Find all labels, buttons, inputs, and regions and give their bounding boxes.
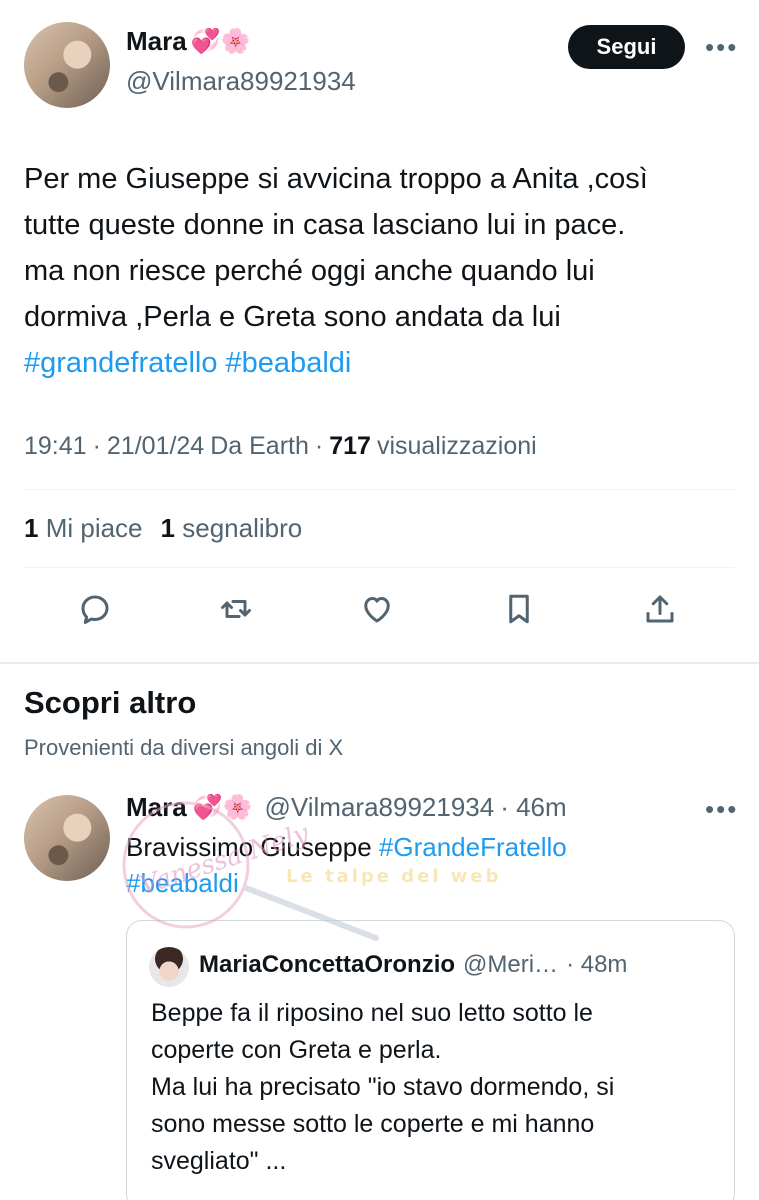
related-author-emojis: 💞🌸 (192, 794, 253, 821)
quoted-author-handle[interactable]: @Meri… (463, 951, 558, 979)
related-more-icon[interactable]: ••• (705, 794, 738, 825)
views-label: visualizzazioni (376, 432, 537, 460)
divider (24, 489, 735, 490)
tweet-source: Da Earth (210, 432, 309, 460)
more-options-icon[interactable]: ••• (705, 32, 738, 63)
tweet-text-line: tutte queste donne in casa lasciano lui … (24, 209, 626, 241)
divider (24, 567, 735, 568)
quoted-author-name[interactable]: MariaConcettaOronzio (199, 951, 455, 979)
author-name[interactable]: Mara (126, 26, 187, 57)
share-icon[interactable] (638, 587, 682, 631)
tweet-meta: 19:41 · 21/01/24 Da Earth · 717 visualiz… (24, 432, 537, 461)
follow-button[interactable]: Segui (568, 25, 685, 69)
related-author-handle[interactable]: @Vilmara89921934 (264, 792, 494, 823)
author-emojis: 💞🌸 (190, 28, 251, 55)
bookmarks-stat[interactable]: 1 segnalibro (161, 513, 303, 544)
tweet-date[interactable]: 21/01/24 (107, 432, 204, 461)
like-icon[interactable] (355, 587, 399, 631)
discover-title: Scopri altro (24, 685, 197, 720)
quoted-tweet-text: Beppe fa il riposino nel suo letto sotto… (151, 999, 615, 1175)
quoted-author-avatar[interactable] (149, 947, 189, 987)
related-header: Mara 💞🌸 @Vilmara89921934 · 46m (126, 792, 567, 823)
tweet-text-line: Per me Giuseppe si avvicina troppo a Ani… (24, 163, 648, 195)
bookmark-icon[interactable] (497, 587, 541, 631)
tweet-time[interactable]: 19:41 (24, 432, 87, 461)
related-author-name[interactable]: Mara (126, 792, 187, 823)
author-name-row[interactable]: Mara 💞🌸 (126, 26, 250, 57)
hashtag-link[interactable]: #grandefratello (24, 347, 217, 379)
likes-stat[interactable]: 1 Mi piace (24, 513, 143, 544)
tweet-stats: 1 Mi piace 1 segnalibro (24, 513, 302, 544)
related-tweet-text: Bravissimo Giuseppe #GrandeFratello #bea… (126, 832, 567, 898)
tweet-text: Per me Giuseppe si avvicina troppo a Ani… (24, 156, 739, 386)
quoted-tweet-age[interactable]: · 48m (566, 951, 627, 979)
author-avatar[interactable] (24, 22, 110, 108)
reply-icon[interactable] (73, 587, 117, 631)
retweet-icon[interactable] (214, 587, 258, 631)
hashtag-link[interactable]: #beabaldi (126, 868, 239, 898)
views-count: 717 (329, 432, 371, 460)
tweet-hashtags: #grandefratello #beabaldi (24, 340, 739, 386)
hashtag-link[interactable]: #beabaldi (226, 347, 352, 379)
discover-subtitle: Provenienti da diversi angoli di X (24, 735, 344, 760)
quoted-tweet[interactable]: MariaConcettaOronzio @Meri… · 48m Beppe … (126, 920, 735, 1200)
author-handle[interactable]: @Vilmara89921934 (126, 66, 356, 97)
quoted-header: MariaConcettaOronzio @Meri… · 48m (199, 951, 627, 979)
section-divider (0, 662, 759, 664)
tweet-text-line: dormiva ,Perla e Greta sono andata da lu… (24, 301, 561, 333)
related-tweet-age[interactable]: · 46m (500, 792, 566, 823)
hashtag-link[interactable]: #GrandeFratello (379, 832, 567, 862)
related-author-avatar[interactable] (24, 795, 110, 881)
tweet-text-line: ma non riesce perché oggi anche quando l… (24, 255, 595, 287)
